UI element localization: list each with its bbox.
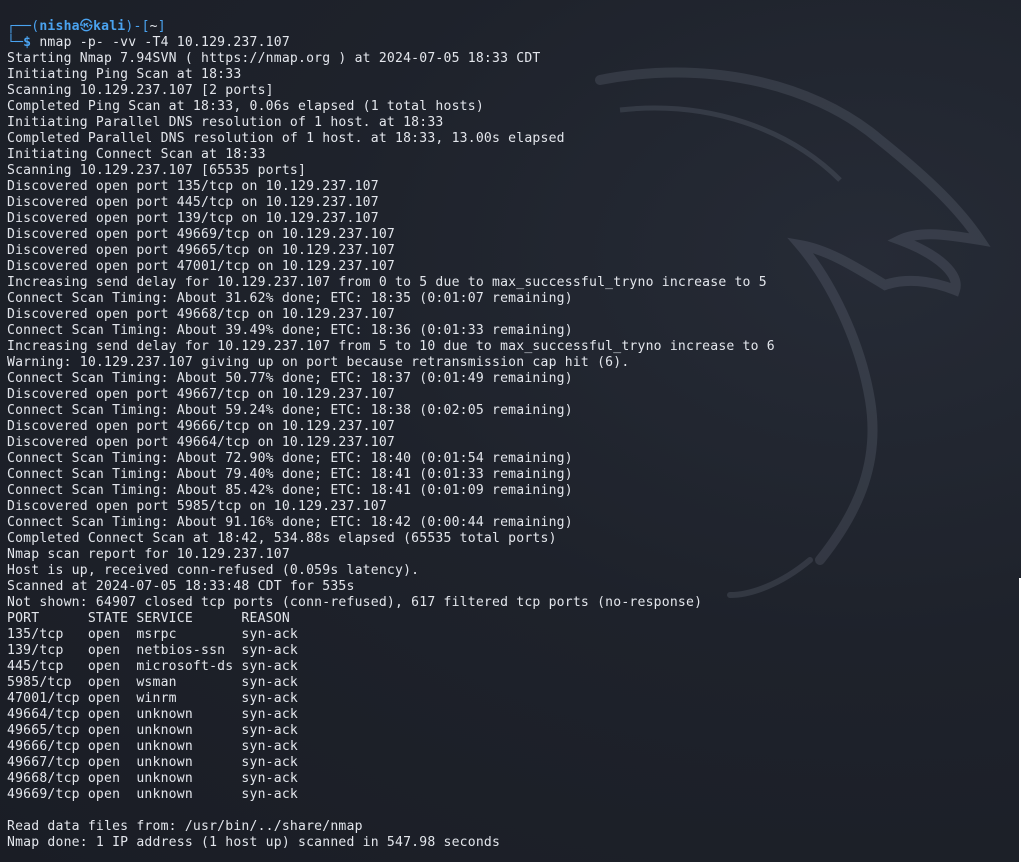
output-line: Increasing send delay for 10.129.237.107… bbox=[7, 275, 767, 290]
terminal-window[interactable]: ┌──(nisha㉿kali)-[~] └─$ nmap -p- -vv -T4… bbox=[0, 0, 1021, 862]
output-line: Connect Scan Timing: About 31.62% done; … bbox=[7, 291, 573, 306]
output-line: Discovered open port 49665/tcp on 10.129… bbox=[7, 243, 395, 258]
output-line: Connect Scan Timing: About 50.77% done; … bbox=[7, 371, 573, 386]
prompt-corner-top: ┌──( bbox=[7, 19, 40, 34]
output-line: 49666/tcp open unknown syn-ack bbox=[7, 739, 298, 754]
output-line: PORT STATE SERVICE REASON bbox=[7, 611, 290, 626]
output-line: Connect Scan Timing: About 85.42% done; … bbox=[7, 483, 573, 498]
output-line: Completed Ping Scan at 18:33, 0.06s elap… bbox=[7, 99, 484, 114]
output-line: Not shown: 64907 closed tcp ports (conn-… bbox=[7, 595, 703, 610]
output-line: Connect Scan Timing: About 91.16% done; … bbox=[7, 515, 573, 530]
prompt-line-top: ┌──(nisha㉿kali)-[~] bbox=[7, 19, 775, 35]
output-line: Connect Scan Timing: About 72.90% done; … bbox=[7, 451, 573, 466]
output-line: 49664/tcp open unknown syn-ack bbox=[7, 707, 298, 722]
prompt-after-host: )-[ bbox=[125, 19, 150, 34]
output-line bbox=[7, 803, 775, 819]
output-line: Host is up, received conn-refused (0.059… bbox=[7, 563, 420, 578]
prompt-line-command: └─$ nmap -p- -vv -T4 10.129.237.107 bbox=[7, 35, 775, 51]
output-line: Connect Scan Timing: About 39.49% done; … bbox=[7, 323, 573, 338]
output-line: Starting Nmap 7.94SVN ( https://nmap.org… bbox=[7, 51, 541, 66]
output-line: Discovered open port 49666/tcp on 10.129… bbox=[7, 419, 395, 434]
prompt-corner-bottom: └─ bbox=[7, 35, 24, 50]
output-line: 139/tcp open netbios-ssn syn-ack bbox=[7, 643, 298, 658]
output-line: Initiating Parallel DNS resolution of 1 … bbox=[7, 115, 444, 130]
output-line: Connect Scan Timing: About 79.40% done; … bbox=[7, 467, 573, 482]
output-line: Discovered open port 49664/tcp on 10.129… bbox=[7, 435, 395, 450]
output-line: Read data files from: /usr/bin/../share/… bbox=[7, 819, 363, 834]
prompt-host: kali bbox=[93, 19, 126, 34]
output-line: 49668/tcp open unknown syn-ack bbox=[7, 771, 298, 786]
prompt-dollar: $ bbox=[23, 35, 40, 50]
prompt-user: nisha bbox=[39, 19, 80, 34]
output-line: 49667/tcp open unknown syn-ack bbox=[7, 755, 298, 770]
output-line: Completed Parallel DNS resolution of 1 h… bbox=[7, 131, 565, 146]
prompt-at-symbol: ㉿ bbox=[79, 19, 94, 34]
terminal-output: ┌──(nisha㉿kali)-[~] └─$ nmap -p- -vv -T4… bbox=[7, 19, 775, 851]
output-line: Nmap done: 1 IP address (1 host up) scan… bbox=[7, 835, 501, 850]
output-line: Discovered open port 139/tcp on 10.129.2… bbox=[7, 211, 379, 226]
output-line: Discovered open port 445/tcp on 10.129.2… bbox=[7, 195, 379, 210]
output-line: 47001/tcp open winrm syn-ack bbox=[7, 691, 298, 706]
output-line: 135/tcp open msrpc syn-ack bbox=[7, 627, 298, 642]
output-line: Discovered open port 49667/tcp on 10.129… bbox=[7, 387, 395, 402]
output-line: 49665/tcp open unknown syn-ack bbox=[7, 723, 298, 738]
output-line: Scanning 10.129.237.107 [2 ports] bbox=[7, 83, 274, 98]
output-line: Discovered open port 5985/tcp on 10.129.… bbox=[7, 499, 387, 514]
command-text[interactable]: nmap -p- -vv -T4 10.129.237.107 bbox=[39, 35, 290, 50]
output-line: Discovered open port 135/tcp on 10.129.2… bbox=[7, 179, 379, 194]
output-line: Nmap scan report for 10.129.237.107 bbox=[7, 547, 290, 562]
output-line: 5985/tcp open wsman syn-ack bbox=[7, 675, 298, 690]
output-line: Initiating Connect Scan at 18:33 bbox=[7, 147, 266, 162]
output-line: Initiating Ping Scan at 18:33 bbox=[7, 67, 242, 82]
output-line: 445/tcp open microsoft-ds syn-ack bbox=[7, 659, 298, 674]
output-line: Discovered open port 49669/tcp on 10.129… bbox=[7, 227, 395, 242]
output-line: Discovered open port 49668/tcp on 10.129… bbox=[7, 307, 395, 322]
output-line: Completed Connect Scan at 18:42, 534.88s… bbox=[7, 531, 557, 546]
output-line: Increasing send delay for 10.129.237.107… bbox=[7, 339, 775, 354]
prompt-path: ~ bbox=[149, 19, 158, 34]
output-line: Scanned at 2024-07-05 18:33:48 CDT for 5… bbox=[7, 579, 355, 594]
prompt-close-bracket: ] bbox=[157, 19, 166, 34]
output-line: Discovered open port 47001/tcp on 10.129… bbox=[7, 259, 395, 274]
output-line: Scanning 10.129.237.107 [65535 ports] bbox=[7, 163, 307, 178]
output-line: 49669/tcp open unknown syn-ack bbox=[7, 787, 298, 802]
output-line: Warning: 10.129.237.107 giving up on por… bbox=[7, 355, 630, 370]
output-line: Connect Scan Timing: About 59.24% done; … bbox=[7, 403, 573, 418]
